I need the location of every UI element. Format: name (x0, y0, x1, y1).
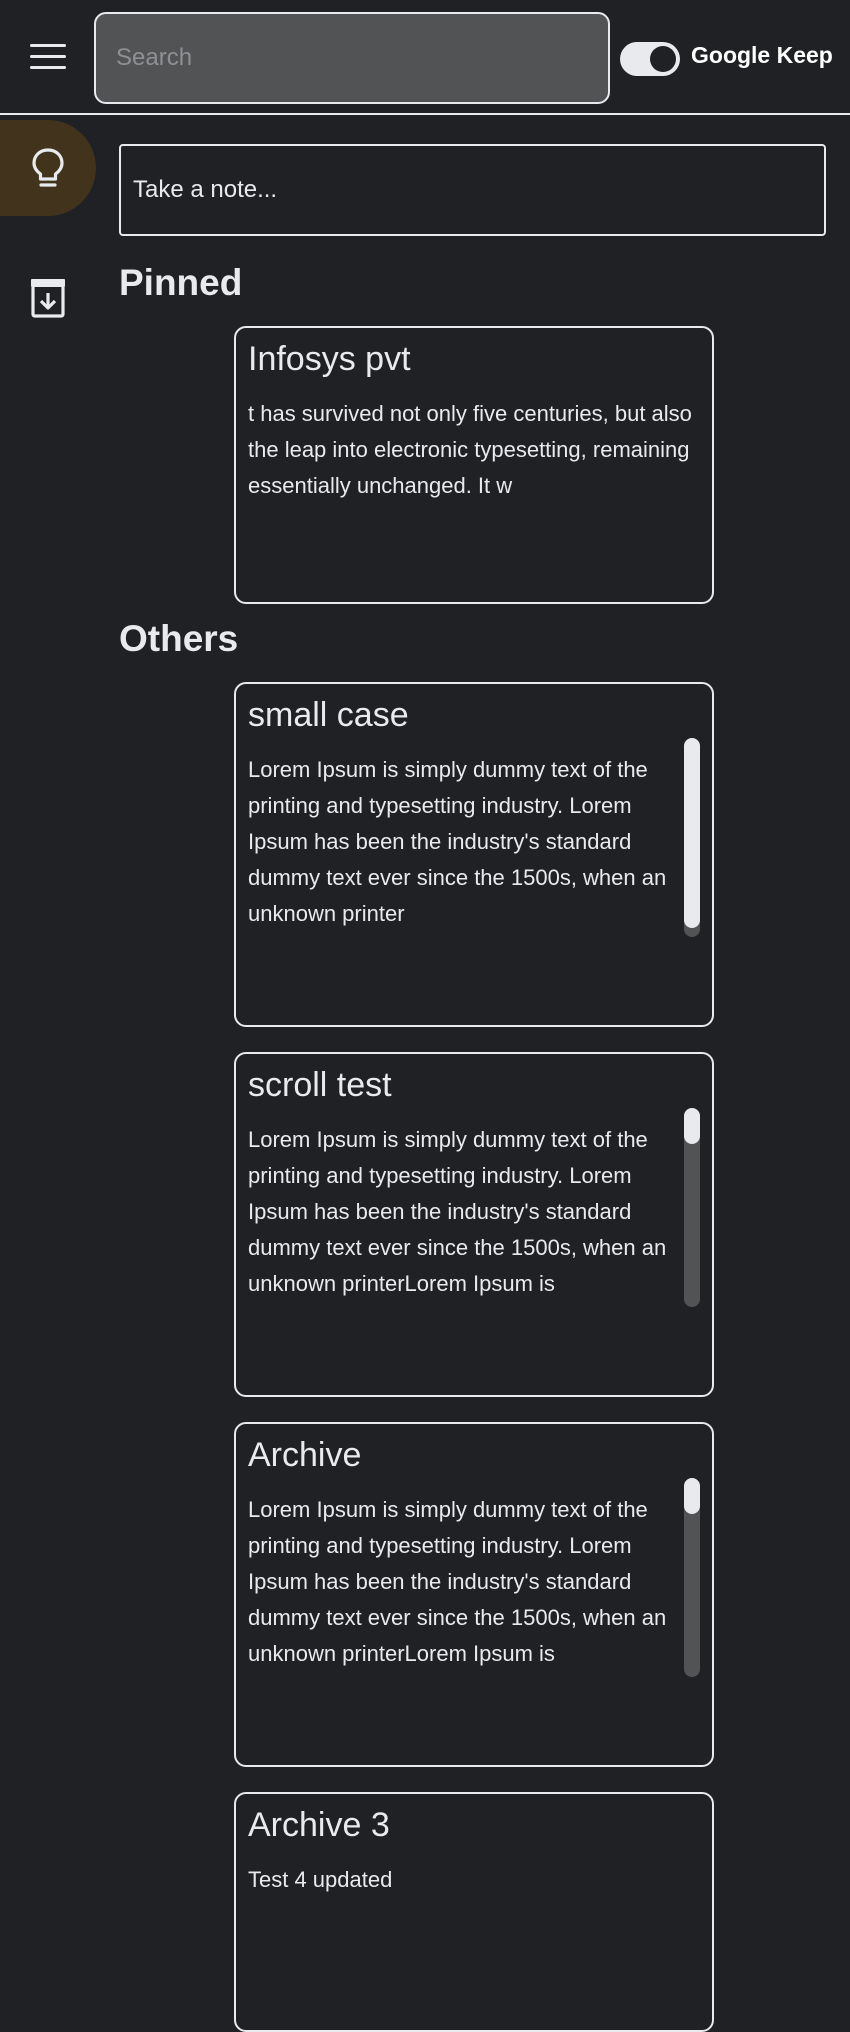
search-input[interactable] (94, 12, 610, 104)
note-title: small case (248, 696, 409, 734)
lightbulb-icon (32, 148, 64, 187)
hamburger-menu-icon[interactable] (28, 42, 68, 72)
others-heading: Others (119, 618, 239, 659)
theme-toggle[interactable] (620, 42, 680, 76)
note-title: scroll test (248, 1066, 392, 1104)
app-title: Google Keep (691, 42, 833, 68)
note-scrollbar[interactable] (684, 738, 700, 937)
note-card[interactable]: small case Lorem Ipsum is simply dummy t… (234, 682, 714, 1027)
note-body: Lorem Ipsum is simply dummy text of the … (248, 757, 667, 926)
note-body: Lorem Ipsum is simply dummy text of the … (248, 1497, 667, 1666)
note-title: Infosys pvt (248, 340, 411, 378)
sidebar-item-archive[interactable] (0, 250, 96, 346)
take-note-input[interactable] (119, 144, 826, 236)
scrollbar-thumb[interactable] (684, 1108, 700, 1144)
note-body: Test 4 updated (248, 1867, 393, 1892)
sidebar-item-notes[interactable] (0, 120, 96, 216)
note-card[interactable]: Archive 3 Test 4 updated (234, 1792, 714, 2032)
note-scrollbar[interactable] (684, 1478, 700, 1677)
note-card[interactable]: scroll test Lorem Ipsum is simply dummy … (234, 1052, 714, 1397)
note-card[interactable]: Archive Lorem Ipsum is simply dummy text… (234, 1422, 714, 1767)
top-bar: Google Keep (0, 0, 850, 115)
note-scrollbar[interactable] (684, 1108, 700, 1307)
archive-icon (31, 279, 65, 318)
note-body: Lorem Ipsum is simply dummy text of the … (248, 1127, 667, 1296)
note-body: t has survived not only five centuries, … (248, 401, 692, 498)
note-card[interactable]: Infosys pvt t has survived not only five… (234, 326, 714, 604)
scrollbar-thumb[interactable] (684, 738, 700, 928)
scrollbar-thumb[interactable] (684, 1478, 700, 1514)
note-title: Archive 3 (248, 1806, 390, 1844)
note-title: Archive (248, 1436, 362, 1474)
toggle-knob (650, 46, 676, 72)
pinned-heading: Pinned (119, 262, 243, 303)
